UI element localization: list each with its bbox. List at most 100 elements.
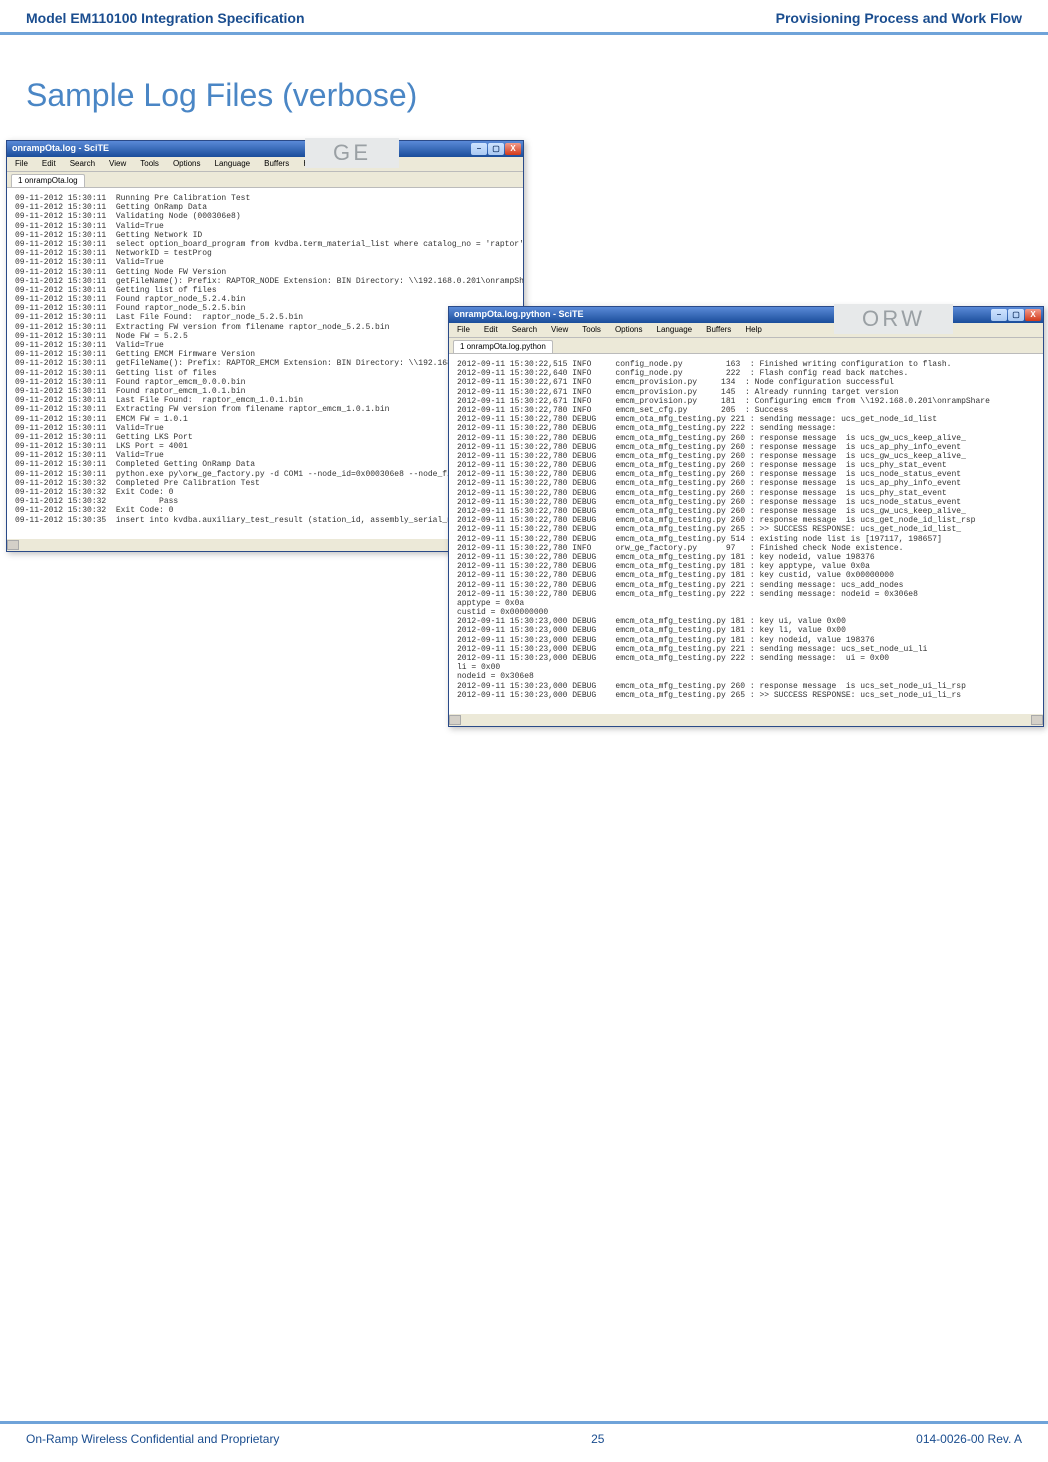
log-line: 2012-09-11 15:30:22,780 DEBUG emcm_ota_m… (457, 443, 1039, 452)
tabstrip-orw: 1 onrampOta.log.python (449, 338, 1043, 354)
menu-item[interactable]: Options (611, 324, 647, 336)
log-line: 2012-09-11 15:30:22,780 DEBUG emcm_ota_m… (457, 452, 1039, 461)
menu-item[interactable]: Tools (136, 158, 163, 170)
menu-item[interactable]: Search (508, 324, 541, 336)
log-line: 2012-09-11 15:30:22,780 INFO orw_ge_fact… (457, 544, 1039, 553)
log-line: 2012-09-11 15:30:22,780 DEBUG emcm_ota_m… (457, 461, 1039, 470)
header-right: Provisioning Process and Work Flow (776, 10, 1022, 26)
log-line: 2012-09-11 15:30:22,671 INFO emcm_provis… (457, 397, 1039, 406)
log-line: 2012-09-11 15:30:22,515 INFO config_node… (457, 360, 1039, 369)
log-line: 09-11-2012 15:30:11 Getting Network ID (15, 231, 519, 240)
menu-item[interactable]: Edit (480, 324, 502, 336)
hscrollbar-orw[interactable] (449, 714, 1043, 726)
overlay-label-orw: ORW (834, 304, 953, 334)
log-line: 2012-09-11 15:30:22,780 DEBUG emcm_ota_m… (457, 525, 1039, 534)
menu-item[interactable]: Tools (578, 324, 605, 336)
log-area-ge[interactable]: 09-11-2012 15:30:11 Running Pre Calibrat… (7, 188, 523, 539)
menu-item[interactable]: View (105, 158, 130, 170)
scroll-right-icon[interactable] (1031, 715, 1043, 725)
log-line: 09-11-2012 15:30:32 Exit Code: 0 (15, 506, 519, 515)
log-line: 09-11-2012 15:30:11 Found raptor_node_5.… (15, 304, 519, 313)
log-line: 09-11-2012 15:30:11 LKS Port = 4001 (15, 442, 519, 451)
log-line: 09-11-2012 15:30:11 Found raptor_emcm_1.… (15, 387, 519, 396)
window-title-ge: onrampOta.log - SciTE (9, 143, 470, 154)
tab-orw[interactable]: 1 onrampOta.log.python (453, 340, 553, 353)
log-line: 2012-09-11 15:30:22,780 DEBUG emcm_ota_m… (457, 470, 1039, 479)
log-line: 2012-09-11 15:30:23,000 DEBUG emcm_ota_m… (457, 654, 1039, 663)
log-line: custid = 0x00000000 (457, 608, 1039, 617)
log-line: 09-11-2012 15:30:32 Pass (15, 497, 519, 506)
tab-ge[interactable]: 1 onrampOta.log (11, 174, 85, 187)
menu-item[interactable]: Search (66, 158, 99, 170)
maximize-button[interactable]: ▢ (1008, 309, 1024, 321)
minimize-button[interactable]: – (471, 143, 487, 155)
page-header: Model EM110100 Integration Specification… (0, 0, 1048, 35)
menu-item[interactable]: File (453, 324, 474, 336)
menu-item[interactable]: View (547, 324, 572, 336)
log-line: 09-11-2012 15:30:32 Exit Code: 0 (15, 488, 519, 497)
log-line: 2012-09-11 15:30:23,000 DEBUG emcm_ota_m… (457, 682, 1039, 691)
log-line: 2012-09-11 15:30:22,780 DEBUG emcm_ota_m… (457, 535, 1039, 544)
log-line: 09-11-2012 15:30:11 Validating Node (000… (15, 212, 519, 221)
page-title: Sample Log Files (verbose) (26, 77, 1022, 114)
log-line: 09-11-2012 15:30:11 getFileName(): Prefi… (15, 359, 519, 368)
log-line: 09-11-2012 15:30:11 Valid=True (15, 451, 519, 460)
log-line: 09-11-2012 15:30:11 Valid=True (15, 222, 519, 231)
overlay-label-ge: GE (305, 138, 399, 168)
maximize-button[interactable]: ▢ (488, 143, 504, 155)
menubar-ge: File Edit Search View Tools Options Language Bu… (7, 157, 523, 172)
log-line: 2012-09-11 15:30:22,780 DEBUG emcm_ota_m… (457, 553, 1039, 562)
log-line: 09-11-2012 15:30:11 Getting OnRamp Data (15, 203, 519, 212)
footer-page-number: 25 (591, 1432, 604, 1446)
log-line: 09-11-2012 15:30:11 Node FW = 5.2.5 (15, 332, 519, 341)
tabstrip-ge: 1 onrampOta.log (7, 172, 523, 188)
log-line: 09-11-2012 15:30:11 Valid=True (15, 424, 519, 433)
menubar-orw: File Edit Search View Tools Options Language Bu… (449, 323, 1043, 338)
log-line: 2012-09-11 15:30:23,000 DEBUG emcm_ota_m… (457, 691, 1039, 700)
log-line: 09-11-2012 15:30:11 EMCM FW = 1.0.1 (15, 415, 519, 424)
page-footer: On-Ramp Wireless Confidential and Propri… (0, 1421, 1048, 1462)
log-line: 2012-09-11 15:30:22,671 INFO emcm_provis… (457, 378, 1039, 387)
log-line: apptype = 0x0a (457, 599, 1039, 608)
minimize-button[interactable]: – (991, 309, 1007, 321)
window-scite-ge: onrampOta.log - SciTE – ▢ X File Edit Sear… (6, 140, 524, 552)
menu-item[interactable]: Help (741, 324, 765, 336)
log-line: 2012-09-11 15:30:22,780 DEBUG emcm_ota_m… (457, 516, 1039, 525)
log-line: 09-11-2012 15:30:11 NetworkID = testProg (15, 249, 519, 258)
log-line: 09-11-2012 15:30:11 Valid=True (15, 341, 519, 350)
log-line: 2012-09-11 15:30:22,780 DEBUG emcm_ota_m… (457, 434, 1039, 443)
log-line: 2012-09-11 15:30:22,780 DEBUG emcm_ota_m… (457, 571, 1039, 580)
log-line: 2012-09-11 15:30:23,000 DEBUG emcm_ota_m… (457, 626, 1039, 635)
log-line: 2012-09-11 15:30:22,780 DEBUG emcm_ota_m… (457, 415, 1039, 424)
footer-right: 014-0026-00 Rev. A (916, 1432, 1022, 1446)
log-line: 2012-09-11 15:30:22,780 DEBUG emcm_ota_m… (457, 489, 1039, 498)
menu-item[interactable]: Options (169, 158, 205, 170)
menu-item[interactable]: Language (653, 324, 697, 336)
titlebar-orw[interactable]: onrampOta.log.python - SciTE – ▢ X (449, 307, 1043, 323)
hscrollbar-ge[interactable] (7, 539, 523, 551)
close-button[interactable]: X (505, 143, 521, 155)
log-line: 09-11-2012 15:30:11 Getting list of file… (15, 369, 519, 378)
close-button[interactable]: X (1025, 309, 1041, 321)
log-line: 09-11-2012 15:30:11 Running Pre Calibrat… (15, 194, 519, 203)
scroll-left-icon[interactable] (449, 715, 461, 725)
log-line: 2012-09-11 15:30:22,780 DEBUG emcm_ota_m… (457, 581, 1039, 590)
menu-item[interactable]: Buffers (260, 158, 293, 170)
scroll-left-icon[interactable] (7, 540, 19, 550)
menu-item[interactable]: Language (211, 158, 255, 170)
menu-item[interactable]: File (11, 158, 32, 170)
log-line: 2012-09-11 15:30:23,000 DEBUG emcm_ota_m… (457, 636, 1039, 645)
log-area-orw[interactable]: 2012-09-11 15:30:22,515 INFO config_node… (449, 354, 1043, 714)
log-line: 09-11-2012 15:30:11 getFileName(): Prefi… (15, 277, 519, 286)
menu-item[interactable]: Buffers (702, 324, 735, 336)
log-line: 09-11-2012 15:30:11 Last File Found: rap… (15, 396, 519, 405)
log-line: 2012-09-11 15:30:23,000 DEBUG emcm_ota_m… (457, 645, 1039, 654)
log-line: 2012-09-11 15:30:22,780 INFO emcm_set_cf… (457, 406, 1039, 415)
log-line: 09-11-2012 15:30:11 Valid=True (15, 258, 519, 267)
log-line: 09-11-2012 15:30:11 Found raptor_emcm_0.… (15, 378, 519, 387)
menu-item[interactable]: Edit (38, 158, 60, 170)
log-line: 09-11-2012 15:30:11 Getting list of file… (15, 286, 519, 295)
header-left: Model EM110100 Integration Specification (26, 10, 305, 26)
titlebar-ge[interactable]: onrampOta.log - SciTE – ▢ X (7, 141, 523, 157)
log-line: 09-11-2012 15:30:11 Getting EMCM Firmwar… (15, 350, 519, 359)
